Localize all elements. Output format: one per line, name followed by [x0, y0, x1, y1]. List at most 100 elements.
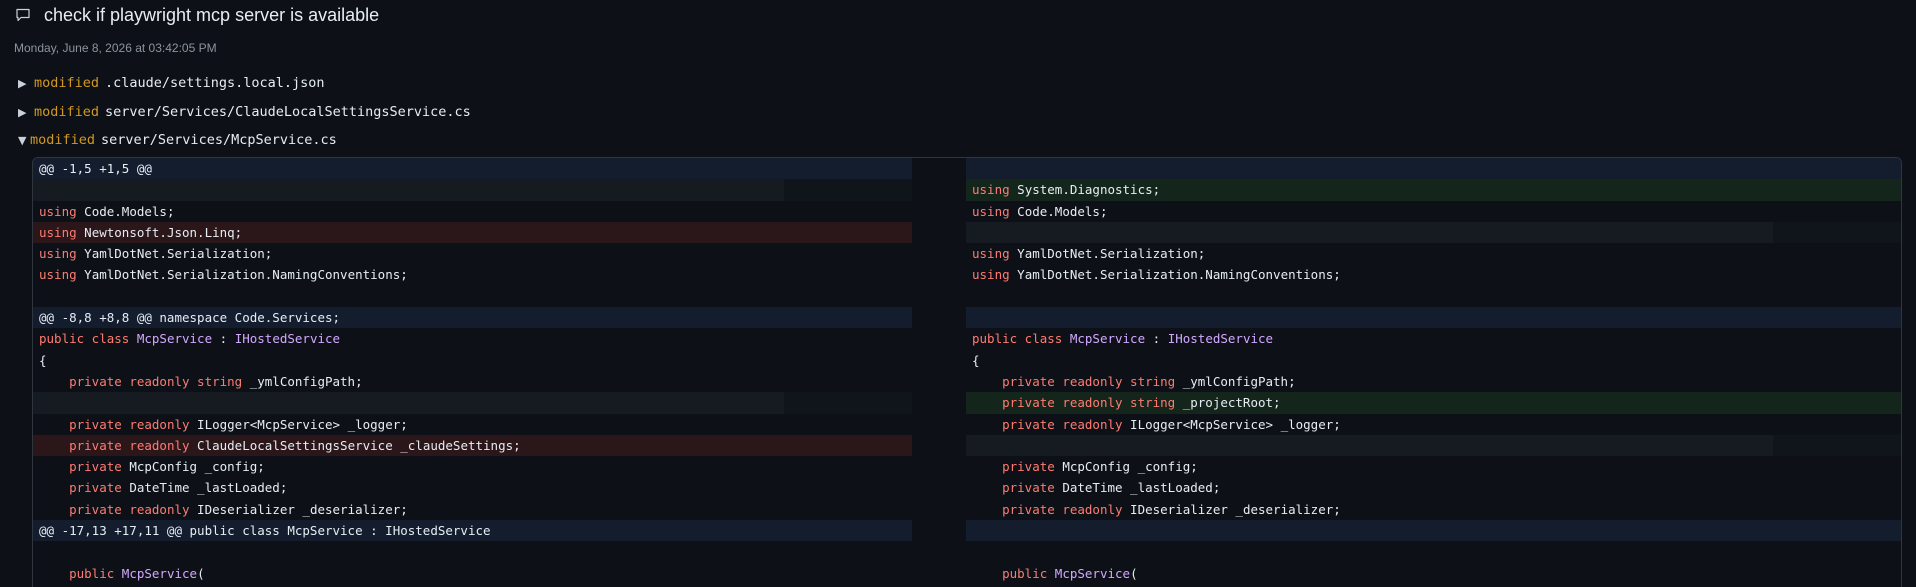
code-token: McpService — [136, 331, 213, 347]
message-title: check if playwright mcp server is availa… — [44, 4, 380, 25]
code-token: { — [39, 352, 47, 368]
file-status: modified — [34, 75, 100, 91]
file-entry-mcp-service[interactable]: ▼ modified server/Services/McpService.cs — [18, 130, 337, 150]
diff-line-del: using Newtonsoft.Json.Linq; — [33, 221, 912, 244]
code-token: using — [972, 203, 1010, 219]
diff-line-ctx: public class McpService : IHostedService — [966, 328, 1901, 349]
code-token: using — [972, 182, 1010, 198]
diff-line-hunk: @@ -8,8 +8,8 @@ namespace Code.Services; — [33, 307, 912, 329]
file-path: server/Services/McpService.cs — [101, 132, 337, 148]
diff-line-hunk: @@ -17,13 +17,11 @@ public class McpServ… — [33, 520, 912, 542]
file-path: .claude/settings.local.json — [105, 75, 325, 91]
message-header: check if playwright mcp server is availa… — [14, 4, 379, 26]
code-token: using — [972, 267, 1010, 283]
code-token: : — [212, 331, 235, 347]
code-token: using — [39, 267, 77, 283]
code-token: YamlDotNet.Serialization; — [1009, 246, 1206, 262]
code-token: private readonly — [69, 416, 190, 432]
filler-gutter — [784, 179, 912, 201]
code-token: McpService — [1069, 331, 1146, 347]
code-token: using — [39, 203, 77, 219]
code-token: ( — [197, 565, 205, 581]
diff-line-ctx: private DateTime _lastLoaded; — [33, 477, 912, 498]
code-token: @@ -17,13 +17,11 @@ public class McpServ… — [39, 523, 491, 539]
code-token: McpConfig _config; — [121, 459, 265, 475]
code-token: private — [69, 459, 122, 475]
diff-line-filler — [966, 221, 1901, 244]
diff-line-ctx: private DateTime _lastLoaded; — [966, 477, 1901, 498]
diff-pane-modified: using System.Diagnostics; using Code.Mode… — [966, 158, 1901, 584]
filler-gutter — [1773, 434, 1901, 457]
code-token: @@ -8,8 +8,8 @@ namespace Code.Services; — [39, 310, 341, 326]
diff-line-ctx — [33, 541, 912, 562]
diff-line-hunk — [966, 307, 1901, 329]
code-token: public — [1002, 565, 1048, 581]
diff-line-ctx: using YamlDotNet.Serialization; — [966, 243, 1901, 264]
diff-line-hunk — [966, 520, 1901, 542]
diff-line-ctx: using YamlDotNet.Serialization; — [33, 243, 912, 264]
diff-line-del: private readonly ClaudeLocalSettingsServ… — [33, 434, 912, 457]
code-token: private readonly — [69, 437, 190, 453]
code-token: { — [972, 352, 980, 368]
diff-line-ctx: private McpConfig _config; — [966, 456, 1901, 477]
code-token: private readonly string — [1002, 395, 1176, 411]
diff-line-ctx: { — [966, 350, 1901, 371]
file-path: server/Services/ClaudeLocalSettingsServi… — [105, 104, 471, 120]
code-token: private — [1002, 459, 1055, 475]
diff-line-ctx: using Code.Models; — [966, 201, 1901, 222]
code-token: ClaudeLocalSettingsService _claudeSettin… — [189, 437, 521, 453]
code-token: McpService — [1054, 565, 1131, 581]
code-token: IHostedService — [234, 331, 341, 347]
code-token: using — [972, 246, 1010, 262]
diff-line-ctx: private readonly string _ymlConfigPath; — [966, 371, 1901, 392]
code-token: private readonly string — [1002, 373, 1176, 389]
message-timestamp: Monday, June 8, 2026 at 03:42:05 PM — [14, 41, 217, 55]
diff-line-filler — [33, 179, 912, 201]
code-token: private — [69, 480, 122, 496]
chevron-down-icon: ▼ — [18, 133, 27, 147]
diff-line-ctx: private readonly IDeserializer _deserial… — [33, 499, 912, 520]
code-token: private readonly — [1002, 501, 1123, 517]
file-status: modified — [30, 132, 96, 148]
file-entry-settings-local-json[interactable]: ▶ modified .claude/settings.local.json — [18, 73, 324, 93]
code-token: using — [39, 224, 77, 240]
code-token: _ymlConfigPath; — [1175, 373, 1296, 389]
code-token: McpService — [121, 565, 198, 581]
chevron-right-icon: ▶ — [18, 76, 27, 90]
code-token: YamlDotNet.Serialization.NamingConventio… — [1009, 267, 1341, 283]
file-entry-claude-local-settings-service[interactable]: ▶ modified server/Services/ClaudeLocalSe… — [18, 102, 471, 122]
diff-line-ctx: using YamlDotNet.Serialization.NamingCon… — [966, 264, 1901, 285]
diff-line-hunk: @@ -1,5 +1,5 @@ — [33, 158, 912, 180]
code-token: DateTime _lastLoaded; — [1054, 480, 1221, 496]
diff-line-hunk — [966, 158, 1901, 180]
code-token: : — [1145, 331, 1168, 347]
code-token: private readonly — [69, 501, 190, 517]
diff-line-add: using System.Diagnostics; — [966, 179, 1901, 201]
diff-line-ctx: { — [33, 350, 912, 371]
code-token: private readonly — [1002, 416, 1123, 432]
diff-line-ctx: using YamlDotNet.Serialization.NamingCon… — [33, 264, 912, 285]
code-token: Newtonsoft.Json.Linq; — [76, 224, 243, 240]
diff-line-add: private readonly string _projectRoot; — [966, 392, 1901, 414]
filler-gutter — [1773, 221, 1901, 244]
diff-pane-original: @@ -1,5 +1,5 @@ using Code.Models; using N… — [33, 158, 912, 584]
diff-line-ctx: private readonly IDeserializer _deserial… — [966, 499, 1901, 520]
diff-line-ctx: private readonly ILogger<McpService> _lo… — [33, 414, 912, 435]
code-token: using — [39, 246, 77, 262]
code-token: public class — [972, 331, 1063, 347]
diff-line-ctx — [966, 286, 1901, 307]
diff-line-ctx — [33, 286, 912, 307]
